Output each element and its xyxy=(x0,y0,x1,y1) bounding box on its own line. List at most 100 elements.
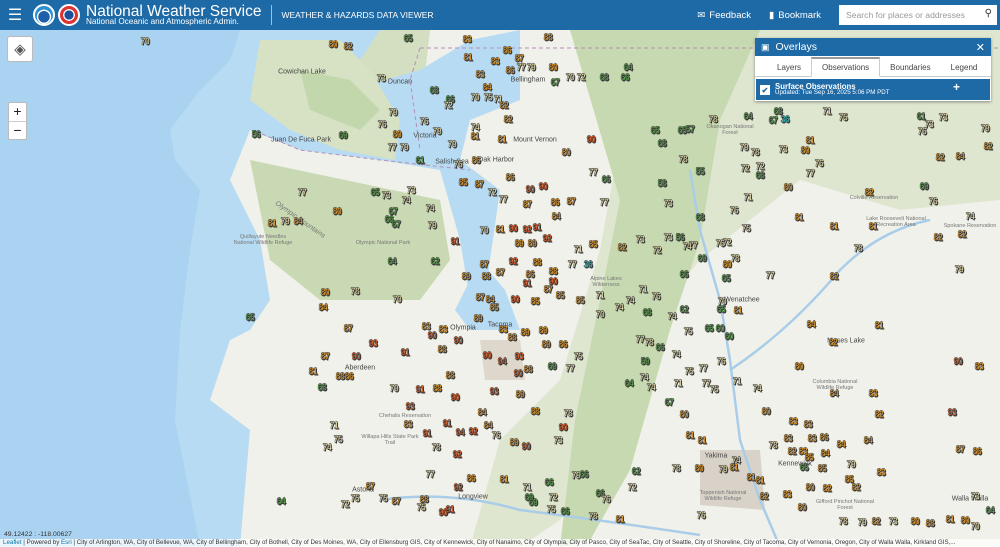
temperature-observation[interactable]: 84 xyxy=(807,319,816,330)
temperature-observation[interactable]: 69 xyxy=(339,130,348,141)
temperature-observation[interactable]: 76 xyxy=(492,430,501,441)
temperature-observation[interactable]: 82 xyxy=(829,337,838,348)
temperature-observation[interactable]: 70 xyxy=(141,36,150,47)
temperature-observation[interactable]: 75 xyxy=(839,112,848,123)
temperature-observation[interactable]: 72 xyxy=(653,245,662,256)
temperature-observation[interactable]: 91 xyxy=(416,384,425,395)
temperature-observation[interactable]: 83 xyxy=(404,419,413,430)
temperature-observation[interactable]: 61 xyxy=(917,111,926,122)
temperature-observation[interactable]: 73 xyxy=(664,232,673,243)
temperature-observation[interactable]: 71 xyxy=(596,290,605,301)
temperature-observation[interactable]: 82 xyxy=(958,229,967,240)
temperature-observation[interactable]: 78 xyxy=(589,511,598,522)
temperature-observation[interactable]: 73 xyxy=(939,112,948,123)
temperature-observation[interactable]: 65 xyxy=(705,323,714,334)
temperature-observation[interactable]: 81 xyxy=(756,475,765,486)
temperature-observation[interactable]: 71 xyxy=(639,284,648,295)
temperature-observation[interactable]: 72 xyxy=(341,499,350,510)
temperature-observation[interactable]: 66 xyxy=(680,269,689,280)
temperature-observation[interactable]: 75 xyxy=(710,384,719,395)
temperature-observation[interactable]: 76 xyxy=(454,159,463,170)
temperature-observation[interactable]: 82 xyxy=(500,100,509,111)
temperature-observation[interactable]: 73 xyxy=(554,435,563,446)
temperature-observation[interactable]: 69 xyxy=(698,253,707,264)
temperature-observation[interactable]: 86 xyxy=(973,446,982,457)
temperature-observation[interactable]: 82 xyxy=(865,187,874,198)
temperature-observation[interactable]: 92 xyxy=(454,482,463,493)
temperature-observation[interactable]: 90 xyxy=(509,223,518,234)
temperature-observation[interactable]: 79 xyxy=(740,142,749,153)
temperature-observation[interactable]: 90 xyxy=(483,350,492,361)
temperature-observation[interactable]: 78 xyxy=(645,337,654,348)
temperature-observation[interactable]: 88 xyxy=(524,364,533,375)
temperature-observation[interactable]: 88 xyxy=(544,32,553,43)
temperature-observation[interactable]: 67 xyxy=(551,77,560,88)
temperature-observation[interactable]: 88 xyxy=(336,371,345,382)
temperature-observation[interactable]: 87 xyxy=(392,496,401,507)
temperature-observation[interactable]: 93 xyxy=(948,407,957,418)
temperature-observation[interactable]: 79 xyxy=(433,126,442,137)
surface-observations-layer[interactable]: ✔ Surface Observations Updated: Tue Sep … xyxy=(756,79,990,100)
close-icon[interactable]: ✕ xyxy=(976,41,985,54)
temperature-observation[interactable]: 60 xyxy=(725,331,734,342)
temperature-observation[interactable]: 65 xyxy=(246,312,255,323)
temperature-observation[interactable]: 60 xyxy=(716,323,725,334)
temperature-observation[interactable]: 75 xyxy=(742,223,751,234)
temperature-observation[interactable]: 81 xyxy=(747,472,756,483)
temperature-observation[interactable]: 90 xyxy=(352,351,361,362)
temperature-observation[interactable]: 74 xyxy=(323,442,332,453)
temperature-observation[interactable]: 81 xyxy=(309,366,318,377)
temperature-observation[interactable]: 78 xyxy=(731,253,740,264)
temperature-observation[interactable]: 74 xyxy=(668,311,677,322)
temperature-observation[interactable]: 87 xyxy=(544,284,553,295)
temperature-observation[interactable]: 72 xyxy=(628,482,637,493)
temperature-observation[interactable]: 71 xyxy=(744,192,753,203)
temperature-observation[interactable]: 81 xyxy=(875,320,884,331)
temperature-observation[interactable]: 89 xyxy=(462,271,471,282)
temperature-observation[interactable]: 85 xyxy=(490,302,499,313)
temperature-observation[interactable]: 77 xyxy=(499,194,508,205)
search-input[interactable]: Search for places or addresses ⚲ xyxy=(839,5,997,25)
temperature-observation[interactable]: 76 xyxy=(730,205,739,216)
temperature-observation[interactable]: 81 xyxy=(698,435,707,446)
temperature-observation[interactable]: 67 xyxy=(665,397,674,408)
temperature-observation[interactable]: 77 xyxy=(600,197,609,208)
temperature-observation[interactable]: 88 xyxy=(508,332,517,343)
temperature-observation[interactable]: 76 xyxy=(420,116,429,127)
temperature-observation[interactable]: 72 xyxy=(741,163,750,174)
temperature-observation[interactable]: 80 xyxy=(695,463,704,474)
temperature-observation[interactable]: 66 xyxy=(561,506,570,517)
temperature-observation[interactable]: 76 xyxy=(717,356,726,367)
temperature-observation[interactable]: 77 xyxy=(806,168,815,179)
temperature-observation[interactable]: 83 xyxy=(784,433,793,444)
temperature-observation[interactable]: 78 xyxy=(672,463,681,474)
temperature-observation[interactable]: 67 xyxy=(769,115,778,126)
temperature-observation[interactable]: 82 xyxy=(875,409,884,420)
temperature-observation[interactable]: 90 xyxy=(587,134,596,145)
temperature-observation[interactable]: 91 xyxy=(533,222,542,233)
temperature-observation[interactable]: 71 xyxy=(574,244,583,255)
temperature-observation[interactable]: 80 xyxy=(784,182,793,193)
temperature-observation[interactable]: 73 xyxy=(636,234,645,245)
temperature-observation[interactable]: 74 xyxy=(683,241,692,252)
temperature-observation[interactable]: 81 xyxy=(616,514,625,525)
temperature-observation[interactable]: 55 xyxy=(696,166,705,177)
temperature-observation[interactable]: 93 xyxy=(490,386,499,397)
temperature-observation[interactable]: 64 xyxy=(986,505,995,516)
temperature-observation[interactable]: 82 xyxy=(504,114,513,125)
temperature-observation[interactable]: 91 xyxy=(446,504,455,515)
temperature-observation[interactable]: 87 xyxy=(475,179,484,190)
temperature-observation[interactable]: 91 xyxy=(401,347,410,358)
temperature-observation[interactable]: 82 xyxy=(852,482,861,493)
temperature-observation[interactable]: 80 xyxy=(393,129,402,140)
temperature-observation[interactable]: 84 xyxy=(319,302,328,313)
temperature-observation[interactable]: 91 xyxy=(523,278,532,289)
temperature-observation[interactable]: 82 xyxy=(936,152,945,163)
temperature-observation[interactable]: 81 xyxy=(471,131,480,142)
temperature-observation[interactable]: 68 xyxy=(756,170,765,181)
temperature-observation[interactable]: 69 xyxy=(548,361,557,372)
temperature-observation[interactable]: 64 xyxy=(388,256,397,267)
temperature-observation[interactable]: 84 xyxy=(478,407,487,418)
temperature-observation[interactable]: 84 xyxy=(956,151,965,162)
temperature-observation[interactable]: 82 xyxy=(823,483,832,494)
